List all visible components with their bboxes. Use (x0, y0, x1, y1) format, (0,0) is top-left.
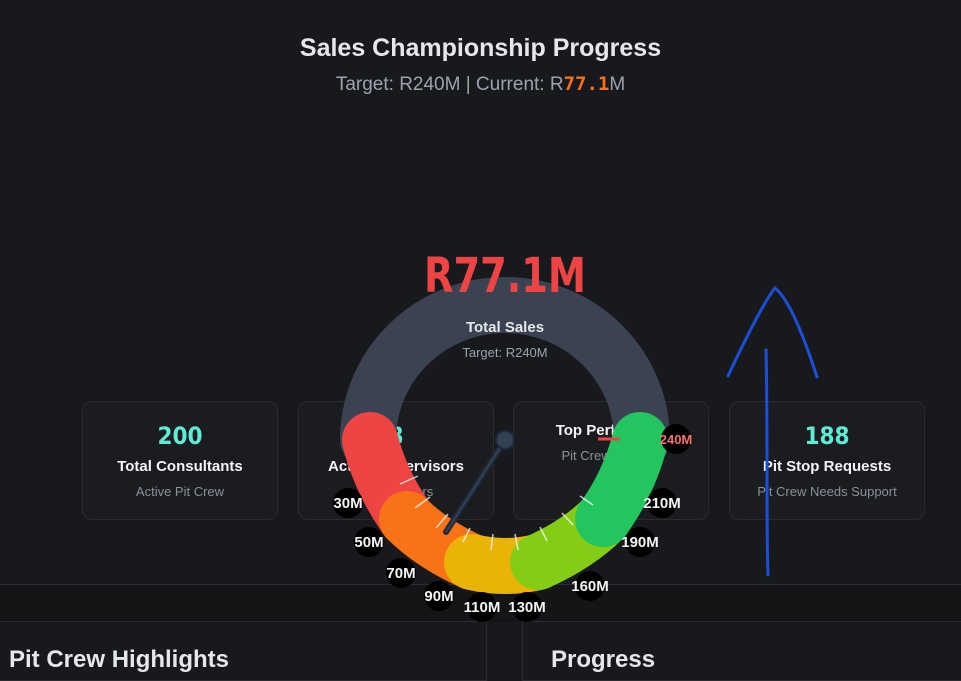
hand-drawn-arrow-annotation (726, 285, 819, 577)
arrow-head (726, 285, 819, 379)
arrow-shaft (764, 348, 770, 577)
